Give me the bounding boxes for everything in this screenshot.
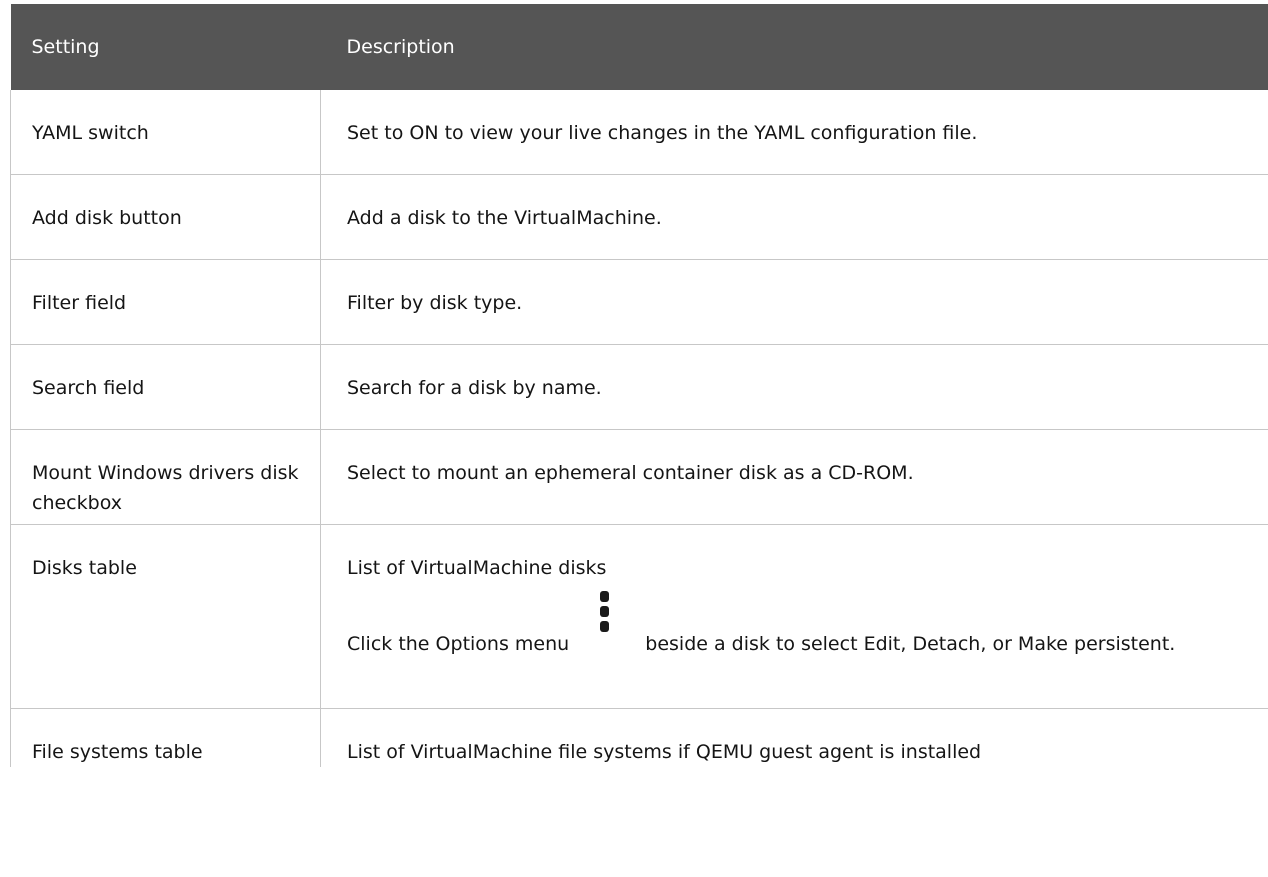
options-label: Options bbox=[435, 633, 509, 655]
setting-term: YAML bbox=[32, 122, 83, 144]
paragraph-text: menu bbox=[508, 633, 576, 655]
setting-term: File systems bbox=[32, 741, 149, 763]
paragraph-text: Click the bbox=[347, 633, 436, 655]
setting-cell: YAML switch bbox=[10, 90, 321, 175]
table-row: Search field Search for a disk by name. bbox=[10, 344, 1268, 430]
description-cell: List of VirtualMachine file systems if Q… bbox=[320, 708, 1268, 767]
header-row: Setting Description bbox=[10, 4, 1268, 90]
make-persistent-label: Make persistent bbox=[1017, 633, 1170, 655]
table-row: File systems table List of VirtualMachin… bbox=[10, 708, 1268, 767]
setting-cell: Filter field bbox=[10, 259, 321, 345]
kebab-menu-icon bbox=[575, 591, 639, 649]
setting-cell: Add disk button bbox=[10, 174, 321, 260]
setting-suffix: checkbox bbox=[32, 492, 122, 514]
description-cell: Select to mount an ephemeral container d… bbox=[320, 429, 1268, 525]
setting-cell: Search field bbox=[10, 344, 321, 430]
setting-suffix: table bbox=[82, 557, 137, 579]
setting-cell: Disks table bbox=[10, 524, 321, 709]
table-row: Mount Windows drivers disk checkbox Sele… bbox=[10, 429, 1268, 525]
header-setting: Setting bbox=[10, 4, 321, 90]
table-row: Filter field Filter by disk type. bbox=[10, 259, 1268, 345]
setting-term: Disks bbox=[32, 557, 83, 579]
setting-suffix: switch bbox=[82, 122, 149, 144]
paragraph-text: . bbox=[1169, 633, 1176, 655]
setting-term: Mount Windows drivers disk bbox=[32, 462, 299, 484]
setting-suffix: Search field bbox=[32, 377, 145, 399]
table-row: Disks table List of VirtualMachine disks… bbox=[10, 524, 1268, 709]
description-bold: ON bbox=[409, 122, 439, 144]
setting-suffix: table bbox=[148, 741, 203, 763]
description-cell: Set to ON to view your live changes in t… bbox=[320, 90, 1268, 175]
paragraph-text: , or bbox=[980, 633, 1018, 655]
table-row: Add disk button Add a disk to the Virtua… bbox=[10, 174, 1268, 260]
setting-cell: File systems table bbox=[10, 708, 321, 767]
setting-cell: Mount Windows drivers disk checkbox bbox=[10, 429, 321, 525]
settings-table: Setting Description YAML switch Set to O… bbox=[10, 4, 1268, 767]
edit-label: Edit bbox=[863, 633, 901, 655]
setting-term: Add disk bbox=[32, 207, 114, 229]
description-cell: List of VirtualMachine disks Click the O… bbox=[320, 524, 1268, 709]
detach-label: Detach bbox=[912, 633, 981, 655]
description-text: to view your live changes in the YAML co… bbox=[438, 122, 978, 144]
header-description: Description bbox=[320, 4, 1268, 90]
paragraph-text: , bbox=[900, 633, 913, 655]
table-row: YAML switch Set to ON to view your live … bbox=[10, 90, 1268, 175]
description-cell: Add a disk to the VirtualMachine. bbox=[320, 174, 1268, 260]
setting-suffix: button bbox=[113, 207, 182, 229]
description-cell: Filter by disk type. bbox=[320, 259, 1268, 345]
setting-term: Filter bbox=[32, 292, 80, 314]
description-text: List of VirtualMachine disks bbox=[347, 557, 607, 579]
options-paragraph: Click the Options menu beside a disk to … bbox=[347, 591, 1248, 659]
description-cell: Search for a disk by name. bbox=[320, 344, 1268, 430]
paragraph-text: beside a disk to select bbox=[639, 633, 864, 655]
description-text: Set to bbox=[347, 122, 410, 144]
setting-suffix: field bbox=[79, 292, 127, 314]
